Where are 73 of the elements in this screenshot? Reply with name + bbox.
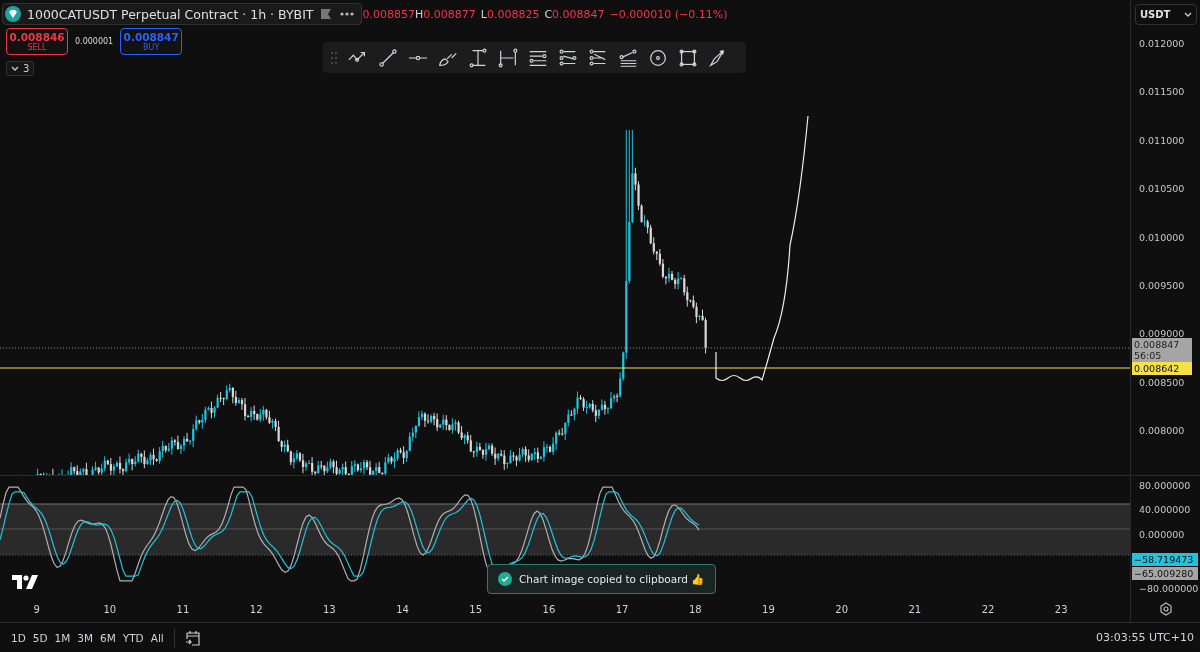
range-button[interactable]: YTD xyxy=(119,629,147,646)
range-button[interactable]: 5D xyxy=(29,629,51,646)
drag-handle-icon[interactable] xyxy=(329,49,339,66)
oscillator-label: −80.000000 xyxy=(1139,583,1199,594)
oscillator-label: 40.000000 xyxy=(1139,504,1191,515)
range-button[interactable]: 1M xyxy=(51,629,74,646)
range-button[interactable]: All xyxy=(147,629,167,646)
chevron-down-icon xyxy=(1184,11,1192,18)
ohlc-label: L xyxy=(480,7,487,21)
line-icon[interactable] xyxy=(377,46,399,69)
last-price-value: 0.008847 xyxy=(1134,339,1181,350)
sell-button[interactable]: 0.008846 SELL xyxy=(6,28,68,55)
price-label: 0.012000 xyxy=(1139,38,1185,49)
rectangle-icon[interactable] xyxy=(677,46,699,69)
time-label: 14 xyxy=(395,603,410,615)
price-label: 0.010000 xyxy=(1139,231,1185,243)
oscillator-label: 80.000000 xyxy=(1139,480,1191,491)
more-icon[interactable] xyxy=(339,11,356,17)
indicators-toggle[interactable]: 3 xyxy=(6,61,35,76)
oscillator-label: 0.000000 xyxy=(1139,529,1185,540)
time-label: 13 xyxy=(321,603,337,615)
time-label: 20 xyxy=(834,603,849,615)
time-label: 19 xyxy=(761,603,776,615)
ohlc-value: 0.008847 xyxy=(552,7,605,21)
toast-message: Chart image copied to clipboard 👍 xyxy=(519,572,705,586)
price-line-badge: 0.008642 xyxy=(1132,362,1192,375)
price-label: 0.011500 xyxy=(1139,86,1185,98)
range-button[interactable]: 3M xyxy=(74,629,97,646)
price-label: 0.009000 xyxy=(1139,328,1185,340)
price-label: 0.008500 xyxy=(1139,376,1185,388)
ohlc-label: C xyxy=(544,7,553,21)
price-label: 0.010500 xyxy=(1139,183,1185,195)
settings-icon[interactable] xyxy=(1158,602,1173,616)
time-label: 10 xyxy=(102,603,118,615)
logo-icon xyxy=(12,575,38,589)
fan-lines-icon[interactable] xyxy=(617,46,639,69)
range-button[interactable]: 6M xyxy=(97,629,119,646)
time-label: 18 xyxy=(687,603,703,615)
countdown-timer: 56:05 xyxy=(1134,350,1163,361)
range-button[interactable]: 1D xyxy=(8,629,29,646)
check-icon xyxy=(498,572,512,586)
oscillator-value-badge: −58.719473 xyxy=(1132,553,1198,566)
price-change: −0.000010 (−0.11%) xyxy=(609,7,728,21)
calendar-icon[interactable] xyxy=(183,628,202,647)
oscillator-value-badge: −65.009280 xyxy=(1132,567,1198,580)
spread-value: 0.000001 xyxy=(75,37,114,46)
clock[interactable]: 03:03:55 UTC+10 xyxy=(1096,631,1194,644)
time-label: 15 xyxy=(468,603,484,615)
channel-icon[interactable] xyxy=(557,46,579,69)
time-label: 16 xyxy=(541,603,557,615)
exchange-logo-icon xyxy=(5,6,21,22)
date-range-icon[interactable] xyxy=(497,46,519,69)
ohlc-value: 0.008877 xyxy=(423,7,476,21)
price-range-icon[interactable] xyxy=(467,46,489,69)
time-label: 22 xyxy=(980,603,996,615)
ohlc-label: H xyxy=(414,7,424,21)
price-label: 0.008000 xyxy=(1139,425,1185,437)
time-label: 21 xyxy=(907,603,923,615)
buy-button[interactable]: 0.008847 BUY xyxy=(120,28,183,55)
time-label: 9 xyxy=(32,603,41,615)
chevron-down-icon xyxy=(11,65,19,72)
open-value: 0.008857 xyxy=(362,7,415,21)
time-label: 17 xyxy=(614,603,630,615)
ohlc-value: 0.008825 xyxy=(486,7,540,21)
time-label: 11 xyxy=(175,603,191,615)
currency-dropdown[interactable]: USDT xyxy=(1135,4,1197,25)
price-label: 0.009500 xyxy=(1139,280,1185,291)
symbol-title[interactable]: 1000CATUSDT Perpetual Contract · 1h · BYBIT xyxy=(2,3,363,25)
time-label: 12 xyxy=(248,603,264,615)
time-label: 23 xyxy=(1053,603,1069,615)
price-label: 0.011000 xyxy=(1139,134,1185,146)
symbol-name: 1000CATUSDT Perpetual Contract · 1h · BYBIT xyxy=(27,6,314,22)
flag-icon[interactable] xyxy=(319,7,334,21)
